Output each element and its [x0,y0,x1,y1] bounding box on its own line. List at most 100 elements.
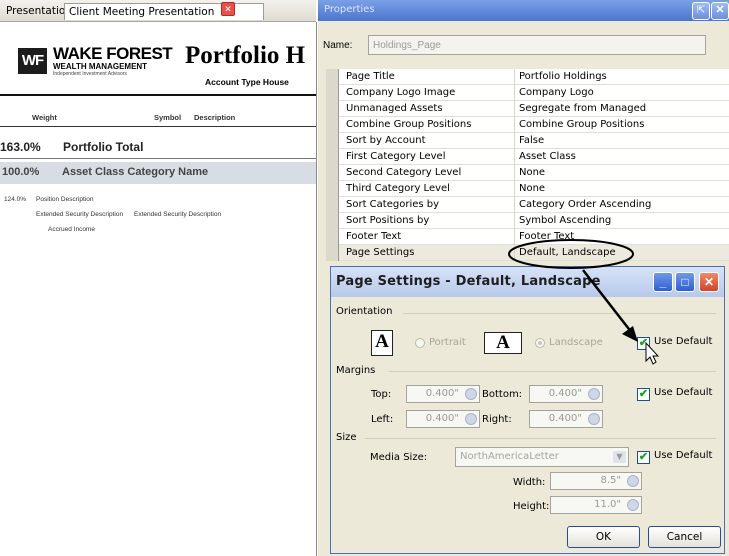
right-margin-field[interactable]: 0.400" [529,410,603,428]
property-row[interactable]: Second Category Level None [339,165,729,181]
chevron-down-icon[interactable]: ▼ [613,451,626,463]
orientation-use-default-label: Use Default [654,336,713,347]
property-row[interactable]: First Category Level Asset Class [339,149,729,165]
height-field[interactable]: 11.0" [550,496,642,514]
column-header-description: Description [194,113,236,122]
cancel-button[interactable]: Cancel [648,526,721,548]
position-description: Position Description [36,196,94,203]
total-rule [0,158,316,159]
property-row[interactable]: Company Logo Image Company Logo [339,85,729,101]
property-key: Sort by Account [346,135,426,146]
header-rule [0,94,316,96]
close-tab-icon[interactable]: ✕ [221,2,235,16]
property-value[interactable]: Category Order Ascending [519,197,651,212]
property-row[interactable]: Sort by Account False [339,133,729,149]
property-key: First Category Level [346,151,446,162]
property-row[interactable]: Page Title Portfolio Holdings [339,69,729,85]
spinner-icon[interactable] [465,388,477,400]
property-row[interactable]: Sort Positions by Symbol Ascending [339,213,729,229]
portfolio-total-label: Portfolio Total [63,140,144,154]
width-field[interactable]: 8.5" [550,472,642,490]
spinner-icon[interactable] [588,388,600,400]
spinner-icon[interactable] [627,475,639,487]
property-key: Second Category Level [346,167,462,178]
name-label: Name: [323,40,353,51]
portrait-label: Portrait [429,337,466,348]
property-grid: Page Title Portfolio Holdings Company Lo… [338,69,729,261]
property-value[interactable]: Portfolio Holdings [519,69,607,84]
media-size-value: NorthAmericaLetter [460,451,559,462]
close-icon[interactable]: ✕ [711,2,729,20]
media-size-label: Media Size: [370,452,428,463]
landscape-page-icon: A [484,332,522,354]
height-value: 11.0" [594,499,621,510]
category-label: Asset Class Category Name [62,166,209,178]
size-use-default-checkbox[interactable]: ✔ [637,451,650,464]
name-field[interactable]: Holdings_Page [368,35,706,55]
document-tab-bar: Presentation Client Meeting Presentation… [0,0,316,22]
left-margin-field[interactable]: 0.400" [406,410,480,428]
property-value[interactable]: None [519,181,545,196]
property-row[interactable]: Combine Group Positions Combine Group Po… [339,117,729,133]
orientation-use-default-checkbox[interactable]: ✔ [637,337,650,350]
spinner-icon[interactable] [588,413,600,425]
spinner-icon[interactable] [627,499,639,511]
property-key: Combine Group Positions [346,119,472,130]
property-key: Footer Text [346,231,402,242]
properties-title: Properties [324,4,375,15]
group-divider [365,438,716,439]
maximize-icon[interactable]: □ [675,272,695,292]
property-key: Page Title [346,71,395,82]
dialog-title-bar[interactable]: Page Settings - Default, Landscape _ □ ✕ [331,267,724,297]
landscape-radio[interactable] [535,338,545,348]
top-margin-field[interactable]: 0.400" [406,385,480,403]
landscape-label: Landscape [549,337,603,348]
property-value[interactable]: Asset Class [519,149,576,164]
property-row[interactable]: Unmanaged Assets Segregate from Managed [339,101,729,117]
size-group-label: Size [336,432,357,443]
property-grid-gutter [326,69,338,261]
group-divider [403,313,716,314]
minimize-icon[interactable]: _ [653,272,673,292]
accrued-income: Accrued Income [48,226,95,233]
bottom-margin-field[interactable]: 0.400" [529,385,603,403]
category-weight: 100.0% [2,166,40,178]
property-row[interactable]: Footer Text Footer Text [339,229,729,245]
property-value[interactable]: Symbol Ascending [519,213,611,228]
right-margin-label: Right: [482,414,512,425]
company-logo: WF [18,48,47,74]
media-size-select[interactable]: NorthAmericaLetter ▼ [455,447,629,467]
property-value[interactable]: False [519,133,544,148]
account-type: Account Type House [205,77,289,87]
logo-company-name: WAKE FOREST [53,44,173,63]
extended-description-2: Extended Security Description [134,211,222,218]
property-row[interactable]: Third Category Level None [339,181,729,197]
left-margin-label: Left: [371,414,394,425]
property-row-selected[interactable]: Page Settings Default, Landscape [339,245,729,261]
property-value[interactable]: Footer Text [519,229,574,244]
margins-use-default-checkbox[interactable]: ✔ [637,388,650,401]
property-value[interactable]: Default, Landscape [519,245,616,260]
close-dialog-icon[interactable]: ✕ [699,272,719,292]
property-value[interactable]: None [519,165,545,180]
height-label: Height: [513,501,550,512]
grid-column-divider[interactable] [514,69,515,261]
ok-button[interactable]: OK [567,526,640,548]
property-value[interactable]: Company Logo [519,85,594,100]
width-label: Width: [513,477,546,488]
property-value[interactable]: Segregate from Managed [519,101,646,116]
spinner-icon[interactable] [465,413,477,425]
column-header-symbol: Symbol [154,113,182,122]
bottom-margin-label: Bottom: [482,389,523,400]
position-weight: 124.0% [4,196,27,203]
property-row[interactable]: Sort Categories by Category Order Ascend… [339,197,729,213]
property-key: Sort Categories by [346,199,440,210]
pin-icon[interactable]: ⇱ [692,2,710,20]
property-key: Company Logo Image [346,87,456,98]
portrait-page-icon: A [371,330,393,356]
column-rule [0,126,316,127]
properties-title-bar: Properties ⇱ ✕ [318,0,729,21]
property-value[interactable]: Combine Group Positions [519,117,644,132]
bottom-margin-value: 0.400" [548,388,582,399]
portrait-radio[interactable] [415,338,425,348]
